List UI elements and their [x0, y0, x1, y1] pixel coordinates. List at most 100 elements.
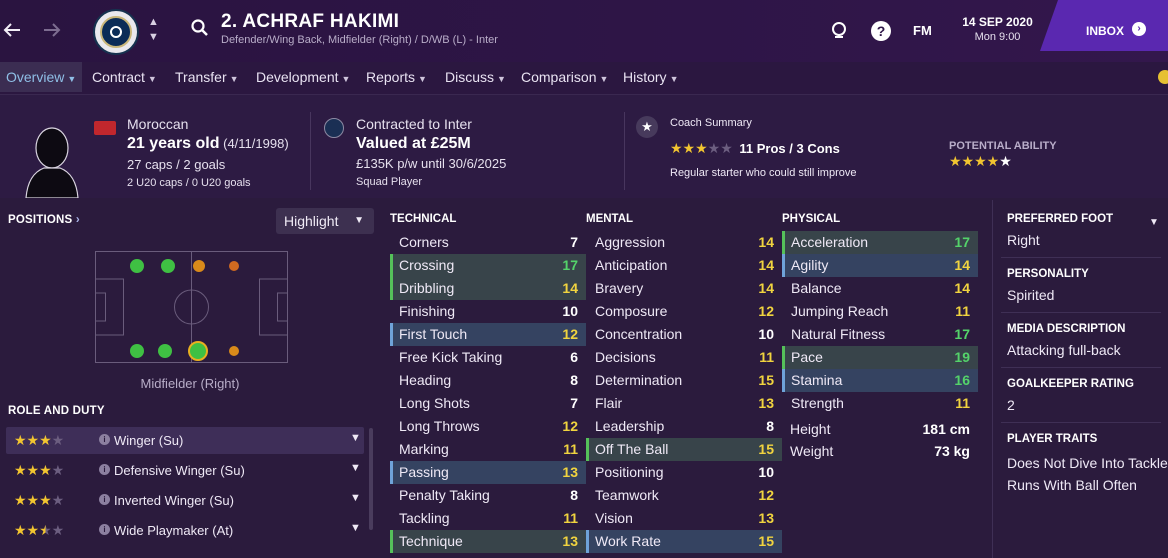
attribute-row[interactable]: Balance 14 — [782, 277, 978, 300]
attribute-row[interactable]: Pace 19 — [782, 346, 978, 369]
search-icon[interactable] — [190, 18, 210, 38]
attribute-row[interactable]: Free Kick Taking 6 — [390, 346, 586, 369]
back-arrow-icon[interactable] — [0, 18, 24, 42]
arrow-right-circle-icon: › — [1132, 22, 1146, 36]
attribute-row[interactable]: Stamina 16 — [782, 369, 978, 392]
attribute-row[interactable]: Dribbling 14 — [390, 277, 586, 300]
attribute-row[interactable]: Flair 13 — [586, 392, 782, 415]
tab-label: History — [623, 69, 667, 85]
chevron-down-icon[interactable]: ▼ — [350, 462, 361, 474]
attribute-row[interactable]: Composure 12 — [586, 300, 782, 323]
attribute-row[interactable]: Corners 7 — [390, 231, 586, 254]
contracted-to[interactable]: Contracted to Inter — [356, 116, 472, 132]
tab-comparison[interactable]: Comparison ▼ — [515, 62, 614, 92]
attribute-row[interactable]: Teamwork 12 — [586, 484, 782, 507]
position-dot[interactable] — [193, 260, 205, 272]
attribute-value: 14 — [758, 280, 774, 296]
attribute-name: Crossing — [399, 257, 455, 273]
attribute-row[interactable]: Natural Fitness 17 — [782, 323, 978, 346]
attribute-row[interactable]: Technique 13 — [390, 530, 586, 553]
attribute-row[interactable]: Anticipation 14 — [586, 254, 782, 277]
positions-title[interactable]: POSITIONS › — [8, 214, 80, 226]
chevron-down-icon[interactable]: ▼ — [1149, 217, 1159, 228]
chevron-up-icon[interactable]: ▲ — [148, 16, 159, 28]
fm-menu-button[interactable]: FM — [913, 23, 932, 38]
highlight-dropdown[interactable]: Highlight ▼ — [276, 208, 374, 234]
tab-discuss[interactable]: Discuss ▼ — [439, 62, 512, 92]
nationality[interactable]: Moroccan — [127, 116, 188, 132]
notification-icon[interactable] — [1158, 70, 1168, 84]
attribute-row[interactable]: Acceleration 17 — [782, 231, 978, 254]
position-dot[interactable] — [130, 344, 144, 358]
caps-goals: 27 caps / 2 goals — [127, 157, 226, 172]
forward-arrow-icon[interactable] — [40, 18, 64, 42]
attribute-row[interactable]: Leadership 8 — [586, 415, 782, 438]
position-dot[interactable] — [158, 344, 172, 358]
position-dot[interactable] — [229, 346, 239, 356]
date-display[interactable]: 14 SEP 2020 Mon 9:00 — [960, 15, 1035, 43]
chevron-down-icon[interactable]: ▼ — [148, 31, 159, 43]
tab-overview[interactable]: Overview ▼ — [0, 62, 83, 92]
physical-title: PHYSICAL — [782, 213, 841, 225]
attribute-row[interactable]: Jumping Reach 11 — [782, 300, 978, 323]
position-dot-selected[interactable] — [188, 341, 208, 361]
role-row[interactable]: ★★★★ i Inverted Winger (Su) ▼ — [6, 487, 364, 514]
technical-title: TECHNICAL — [390, 213, 457, 225]
attribute-row[interactable]: Off The Ball 15 — [586, 438, 782, 461]
role-stars: ★★★★ — [14, 462, 65, 478]
tab-reports[interactable]: Reports ▼ — [360, 62, 433, 92]
attribute-row[interactable]: Decisions 11 — [586, 346, 782, 369]
chevron-down-icon[interactable]: ▼ — [350, 492, 361, 504]
attribute-row[interactable]: Heading 8 — [390, 369, 586, 392]
attribute-row[interactable]: Agility 14 — [782, 254, 978, 277]
attribute-row[interactable]: Finishing 10 — [390, 300, 586, 323]
role-row[interactable]: ★★★★ i Wide Playmaker (At) ▼ — [6, 517, 364, 544]
roles-scrollbar[interactable] — [369, 428, 373, 530]
attribute-name: Balance — [791, 280, 842, 296]
attribute-row[interactable]: Bravery 14 — [586, 277, 782, 300]
attribute-row[interactable]: Aggression 14 — [586, 231, 782, 254]
inbox-button[interactable]: INBOX › — [1040, 0, 1168, 51]
attribute-row[interactable]: Concentration 10 — [586, 323, 782, 346]
attribute-value: 12 — [562, 418, 578, 434]
attribute-name: Teamwork — [595, 487, 659, 503]
tab-history[interactable]: History ▼ — [617, 62, 684, 92]
role-row[interactable]: ★★★★ i Defensive Winger (Su) ▼ — [6, 457, 364, 484]
info-icon[interactable]: i — [99, 464, 110, 475]
club-badge-icon[interactable] — [93, 9, 139, 55]
role-row[interactable]: ★★★★ i Winger (Su) ▼ — [6, 427, 364, 454]
player-trait[interactable]: Does Not Dive Into Tackles — [1007, 455, 1168, 471]
attribute-row[interactable]: Strength 11 — [782, 392, 978, 415]
attribute-row[interactable]: Positioning 10 — [586, 461, 782, 484]
player-trait[interactable]: Runs With Ball Often — [1007, 477, 1137, 493]
position-dot[interactable] — [161, 259, 175, 273]
attribute-row[interactable]: Long Throws 12 — [390, 415, 586, 438]
chevron-right-icon: › — [75, 214, 80, 226]
attribute-row[interactable]: Determination 15 — [586, 369, 782, 392]
info-icon[interactable]: i — [99, 434, 110, 445]
tab-transfer[interactable]: Transfer ▼ — [169, 62, 245, 92]
attribute-row[interactable]: Tackling 11 — [390, 507, 586, 530]
coach-summary-title[interactable]: Coach Summary — [670, 117, 752, 129]
attribute-name: Natural Fitness — [791, 326, 886, 342]
attribute-row[interactable]: Work Rate 15 — [586, 530, 782, 553]
tab-contract[interactable]: Contract ▼ — [86, 62, 163, 92]
position-dot[interactable] — [229, 261, 239, 271]
attribute-row[interactable]: Long Shots 7 — [390, 392, 586, 415]
world-trophy-icon[interactable] — [828, 20, 850, 42]
attribute-row[interactable]: Penalty Taking 8 — [390, 484, 586, 507]
chevron-down-icon[interactable]: ▼ — [350, 432, 361, 444]
info-icon[interactable]: i — [99, 524, 110, 535]
weight-label: Weight — [790, 443, 834, 459]
help-icon[interactable]: ? — [870, 20, 892, 42]
tab-development[interactable]: Development ▼ — [250, 62, 356, 92]
attribute-row[interactable]: Vision 13 — [586, 507, 782, 530]
info-icon[interactable]: i — [99, 494, 110, 505]
role-name: Inverted Winger (Su) — [114, 493, 234, 508]
chevron-down-icon[interactable]: ▼ — [350, 522, 361, 534]
attribute-row[interactable]: Crossing 17 — [390, 254, 586, 277]
attribute-row[interactable]: Marking 11 — [390, 438, 586, 461]
position-dot[interactable] — [130, 259, 144, 273]
attribute-row[interactable]: Passing 13 — [390, 461, 586, 484]
attribute-row[interactable]: First Touch 12 — [390, 323, 586, 346]
